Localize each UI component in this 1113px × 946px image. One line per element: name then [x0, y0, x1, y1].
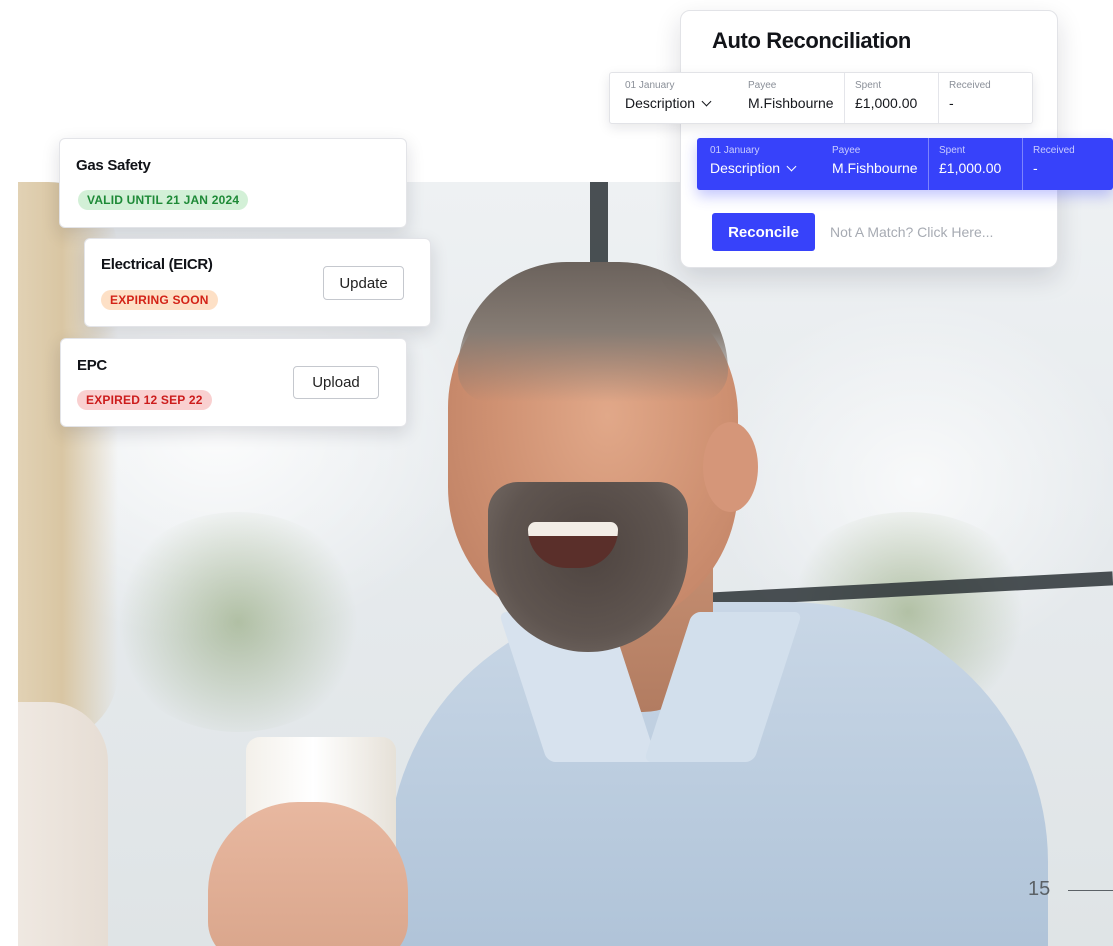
page-number-rule: [1068, 890, 1113, 891]
greenery-left: [108, 512, 368, 732]
payee-cell: Payee M.Fishbourne: [740, 73, 844, 123]
upload-button[interactable]: Upload: [293, 366, 379, 399]
description-cell[interactable]: 01 January Description: [610, 73, 740, 123]
payee-label: Payee: [748, 80, 777, 91]
transaction-row-selected[interactable]: 01 January Description Payee M.Fishbourn…: [697, 138, 1113, 190]
spent-label: Spent: [939, 145, 966, 156]
description-dropdown[interactable]: Description: [710, 158, 824, 178]
received-cell: Received -: [938, 73, 1032, 123]
received-label: Received: [949, 80, 991, 91]
date-label: 01 January: [710, 145, 760, 156]
auto-reconciliation-title: Auto Reconciliation: [712, 28, 911, 53]
spent-cell: Spent £1,000.00: [844, 73, 938, 123]
received-cell: Received -: [1022, 138, 1113, 190]
epc-title: EPC: [77, 357, 107, 374]
update-button[interactable]: Update: [323, 266, 404, 300]
not-a-match-link[interactable]: Not A Match? Click Here...: [830, 224, 993, 240]
gas-safety-title: Gas Safety: [76, 157, 151, 174]
payee-value: M.Fishbourne: [748, 95, 834, 111]
payee-value: M.Fishbourne: [832, 160, 918, 176]
electrical-status-badge: EXPIRING SOON: [101, 290, 218, 310]
page-number: 15: [1028, 878, 1051, 900]
reconcile-button[interactable]: Reconcile: [712, 213, 815, 251]
description-text: Description: [710, 160, 781, 176]
date-label: 01 January: [625, 80, 675, 91]
description-text: Description: [625, 95, 696, 111]
spent-cell: Spent £1,000.00: [928, 138, 1022, 190]
received-value: -: [949, 95, 954, 111]
electrical-title: Electrical (EICR): [101, 256, 213, 273]
spent-value: £1,000.00: [855, 95, 918, 111]
received-value: -: [1033, 160, 1038, 176]
description-cell[interactable]: 01 January Description: [697, 138, 824, 190]
gas-safety-status-badge: VALID UNTIL 21 JAN 2024: [78, 190, 249, 210]
payee-cell: Payee M.Fishbourne: [824, 138, 928, 190]
chevron-down-icon: [786, 161, 797, 172]
payee-label: Payee: [832, 145, 861, 156]
received-label: Received: [1033, 145, 1075, 156]
epc-status-badge: EXPIRED 12 SEP 22: [77, 390, 212, 410]
transaction-row[interactable]: 01 January Description Payee M.Fishbourn…: [609, 72, 1033, 124]
spent-value: £1,000.00: [939, 160, 1002, 176]
spent-label: Spent: [855, 80, 882, 91]
man-ear: [703, 422, 758, 512]
gas-safety-card: [59, 138, 407, 228]
description-dropdown[interactable]: Description: [625, 93, 740, 113]
chevron-down-icon: [701, 96, 712, 107]
woman-shoulder: [18, 702, 108, 946]
